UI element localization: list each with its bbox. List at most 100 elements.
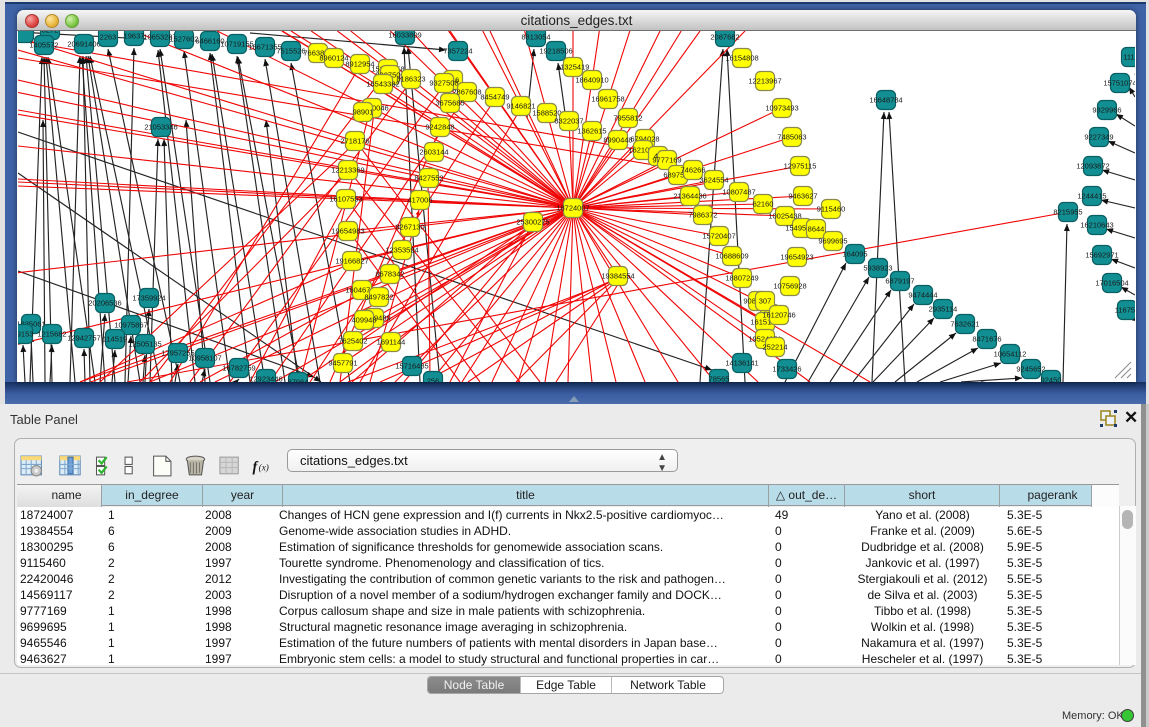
svg-text:7632621: 7632621 <box>950 320 979 329</box>
svg-text:62160: 62160 <box>753 200 774 209</box>
svg-text:20691406: 20691406 <box>67 40 100 49</box>
svg-text:12505135: 12505135 <box>128 340 161 349</box>
svg-text:10958107: 10958107 <box>188 354 221 363</box>
svg-text:78565: 78565 <box>709 375 730 383</box>
svg-text:18640910: 18640910 <box>575 76 608 85</box>
svg-text:7986372: 7986372 <box>688 211 717 220</box>
svg-text:7485063: 7485063 <box>777 133 806 142</box>
svg-text:9329966: 9329966 <box>1092 106 1121 115</box>
svg-text:17359924: 17359924 <box>132 294 165 303</box>
svg-text:9474444: 9474444 <box>908 291 937 300</box>
svg-text:12213967: 12213967 <box>748 77 781 86</box>
svg-text:19654983: 19654983 <box>331 227 364 236</box>
svg-text:15720407: 15720407 <box>702 232 735 241</box>
svg-text:7955812: 7955812 <box>613 114 642 123</box>
svg-text:8497822: 8497822 <box>364 293 393 302</box>
svg-text:1215682: 1215682 <box>37 330 66 339</box>
svg-text:8215955: 8215955 <box>1053 208 1082 217</box>
svg-text:9699695: 9699695 <box>818 237 847 246</box>
svg-text:9115460: 9115460 <box>817 205 846 214</box>
svg-text:16033809: 16033809 <box>388 31 421 40</box>
svg-text:8912954: 8912954 <box>345 60 374 69</box>
svg-text:9327508: 9327508 <box>429 79 458 88</box>
svg-text:1527602: 1527602 <box>169 35 198 44</box>
svg-text:2603144: 2603144 <box>419 148 448 157</box>
svg-text:12942757: 12942757 <box>67 334 100 343</box>
svg-text:15716485: 15716485 <box>395 362 428 371</box>
svg-text:10807487: 10807487 <box>722 188 755 197</box>
svg-text:2718176: 2718176 <box>340 137 369 146</box>
svg-text:5938923: 5938923 <box>863 264 892 273</box>
svg-text:8454749: 8454749 <box>480 93 509 102</box>
svg-text:252214: 252214 <box>762 343 787 352</box>
svg-text:16154808: 16154808 <box>725 54 758 63</box>
svg-text:6879197: 6879197 <box>885 277 914 286</box>
svg-text:8678342: 8678342 <box>375 270 404 279</box>
svg-text:12923446: 12923446 <box>249 375 282 383</box>
svg-text:19654923: 19654923 <box>780 253 813 262</box>
svg-text:409948: 409948 <box>351 316 376 325</box>
svg-text:98901: 98901 <box>353 108 374 117</box>
svg-text:19166827: 19166827 <box>335 257 368 266</box>
svg-text:21053346: 21053346 <box>144 123 177 132</box>
svg-text:16120746: 16120746 <box>762 311 795 320</box>
svg-text:164095: 164095 <box>842 250 867 259</box>
svg-text:1405572: 1405572 <box>29 41 58 50</box>
svg-text:39153: 39153 <box>18 330 33 339</box>
svg-text:8322037: 8322037 <box>554 117 583 126</box>
svg-text:17016504: 17016504 <box>1095 279 1128 288</box>
svg-text:2263: 2263 <box>100 33 117 42</box>
svg-text:92450: 92450 <box>1041 376 1062 383</box>
svg-text:1112: 1112 <box>1123 53 1135 62</box>
svg-text:2087682: 2087682 <box>710 33 739 42</box>
svg-text:9777169: 9777169 <box>652 156 681 165</box>
svg-text:1244415: 1244415 <box>1077 192 1106 201</box>
svg-text:746266: 746266 <box>680 166 705 175</box>
svg-text:9146821: 9146821 <box>506 102 535 111</box>
svg-text:1691144: 1691144 <box>377 338 406 347</box>
svg-text:(x): (x) <box>259 464 269 474</box>
svg-text:3675685: 3675685 <box>435 99 464 108</box>
svg-text:12353594: 12353594 <box>385 246 418 255</box>
svg-text:12093872: 12093872 <box>1076 162 1109 171</box>
svg-text:15692971: 15692971 <box>1085 251 1118 260</box>
svg-text:7357224: 7357224 <box>443 47 472 56</box>
svg-text:f: f <box>253 460 259 476</box>
svg-text:1733426: 1733426 <box>772 365 801 374</box>
svg-text:16782759: 16782759 <box>222 364 255 373</box>
svg-text:8427552: 8427552 <box>414 174 443 183</box>
svg-text:9245652: 9245652 <box>1016 365 1045 374</box>
svg-text:8990448: 8990448 <box>603 136 632 145</box>
svg-text:8813054: 8813054 <box>521 33 550 42</box>
svg-text:21364436: 21364436 <box>673 192 706 201</box>
svg-text:16648784: 16648784 <box>869 96 902 105</box>
svg-text:8644: 8644 <box>808 225 825 234</box>
svg-text:12213369: 12213369 <box>331 166 364 175</box>
svg-text:2935114: 2935114 <box>929 305 958 314</box>
svg-text:8960124: 8960124 <box>319 54 348 63</box>
svg-text:3624554: 3624554 <box>699 176 728 185</box>
svg-text:9227349: 9227349 <box>1084 133 1113 142</box>
svg-text:9463627: 9463627 <box>788 192 817 201</box>
svg-text:18724007: 18724007 <box>556 204 589 213</box>
svg-text:8186323: 8186323 <box>396 75 425 84</box>
svg-text:8267130: 8267130 <box>395 223 424 232</box>
svg-text:8471676: 8471676 <box>972 335 1001 344</box>
svg-text:256: 256 <box>427 377 440 383</box>
svg-text:7625402: 7625402 <box>338 337 367 346</box>
svg-text:10688609: 10688609 <box>715 252 748 261</box>
svg-text:15751074: 15751074 <box>1103 79 1135 88</box>
svg-text:10756928: 10756928 <box>773 282 806 291</box>
svg-text:16961758: 16961758 <box>591 95 624 104</box>
svg-text:14136141: 14136141 <box>725 359 758 368</box>
svg-text:417006: 417006 <box>407 196 432 205</box>
svg-text:19218506: 19218506 <box>539 47 572 56</box>
svg-text:25300275: 25300275 <box>516 218 549 227</box>
svg-text:116753: 116753 <box>1115 306 1135 315</box>
svg-text:10973493: 10973493 <box>765 104 798 113</box>
svg-text:11325419: 11325419 <box>557 63 590 72</box>
svg-text:16107553: 16107553 <box>329 195 362 204</box>
svg-text:7515526: 7515526 <box>276 47 305 56</box>
svg-text:16210643: 16210643 <box>1080 221 1113 230</box>
svg-text:20206536: 20206536 <box>88 299 121 308</box>
